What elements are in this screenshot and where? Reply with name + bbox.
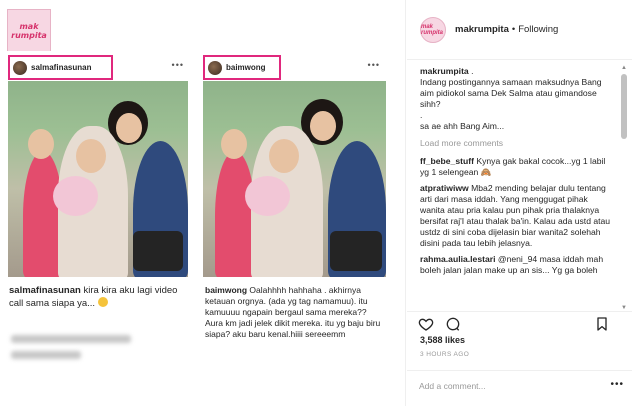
embedded-screenshot-baim: baimwong ••• baimwong Oalahhhh hahhaha .… xyxy=(203,51,386,399)
blurred-text xyxy=(11,335,131,343)
brand-logo: mak rumpita xyxy=(7,9,51,53)
post-header: mak rumpita makrumpita • Following xyxy=(407,0,632,60)
caption-text: . xyxy=(468,66,474,76)
emoji-face-icon xyxy=(97,297,108,307)
scroll-up-icon[interactable]: ▲ xyxy=(620,64,628,72)
load-more-comments-link[interactable]: Load more comments xyxy=(420,138,615,149)
more-options-icon[interactable]: ••• xyxy=(610,379,624,390)
blurred-text xyxy=(11,351,81,359)
comment-username-link[interactable]: atpratiwiww xyxy=(420,183,469,193)
likes-count[interactable]: 3,588 likes xyxy=(420,335,465,345)
embedded-caption: baimwong Oalahhhh hahhaha . akhirnya ket… xyxy=(205,285,381,340)
comments-list[interactable]: makrumpita . Indang postingannya samaan … xyxy=(420,66,615,311)
follow-status-button[interactable]: Following xyxy=(518,24,558,35)
embedded-post-header: salmafinasunan ••• xyxy=(7,55,190,83)
brand-logo-line1: mak xyxy=(19,22,39,31)
avatar[interactable]: mak rumpita xyxy=(420,16,446,43)
comment-item: atpratiwiww Mba2 mending belajar dulu te… xyxy=(420,183,615,249)
comment-item: ff_bebe_stuff Kynya gak bakal cocok...yg… xyxy=(420,156,615,178)
more-options-icon: ••• xyxy=(367,60,380,70)
header-username-link[interactable]: makrumpita xyxy=(455,24,509,35)
embedded-screenshot-salma: salmafinasunan ••• salmafinasunan kira k… xyxy=(7,51,190,399)
bookmark-icon[interactable] xyxy=(594,316,610,332)
comment-icon[interactable] xyxy=(445,316,461,332)
comment-username-link[interactable]: rahma.aulia.lestari xyxy=(420,254,495,264)
post-timestamp[interactable]: 3 HOURS AGO xyxy=(420,351,469,358)
more-options-icon: ••• xyxy=(171,60,184,70)
caption-text: Indang postingannya samaan maksudnya Ban… xyxy=(420,77,602,109)
caption-text: sa ae ahh Bang Aim... xyxy=(420,121,505,131)
comment-item: rahma.aulia.lestari @neni_94 masa iddah … xyxy=(420,254,615,276)
highlighted-username-box: baimwong xyxy=(203,55,281,80)
heart-icon[interactable] xyxy=(418,316,434,332)
add-comment-input[interactable] xyxy=(419,379,609,393)
embedded-caption: salmafinasunan kira kira aku lagi video … xyxy=(9,285,185,310)
embedded-username: baimwong xyxy=(226,63,266,72)
caption-username: baimwong xyxy=(205,285,248,295)
avatar xyxy=(208,60,222,75)
comment-username-link[interactable]: ff_bebe_stuff xyxy=(420,156,474,166)
avatar xyxy=(13,60,27,75)
embedded-photo xyxy=(203,81,386,277)
embedded-photo xyxy=(8,81,188,277)
embedded-post-header: baimwong ••• xyxy=(203,55,386,83)
header-separator: • xyxy=(511,24,516,35)
highlighted-username-box: salmafinasunan xyxy=(8,55,113,80)
caption-text: . xyxy=(420,110,423,120)
comments-scrollbar[interactable]: ▲ ▼ xyxy=(620,64,628,312)
brand-logo-line2: rumpita xyxy=(11,31,47,40)
caption-username-link[interactable]: makrumpita xyxy=(420,66,469,76)
post-side-panel: mak rumpita makrumpita • Following makru… xyxy=(407,0,632,406)
caption-username: salmafinasunan xyxy=(9,285,81,296)
post-actions-bar xyxy=(407,311,632,333)
scrollbar-thumb[interactable] xyxy=(621,74,627,139)
post-image[interactable]: mak rumpita salmafinasunan ••• salmafina… xyxy=(0,0,406,406)
post-caption: makrumpita . Indang postingannya samaan … xyxy=(420,66,615,132)
add-comment-bar: ••• xyxy=(407,370,632,400)
embedded-username: salmafinasunan xyxy=(31,63,92,72)
